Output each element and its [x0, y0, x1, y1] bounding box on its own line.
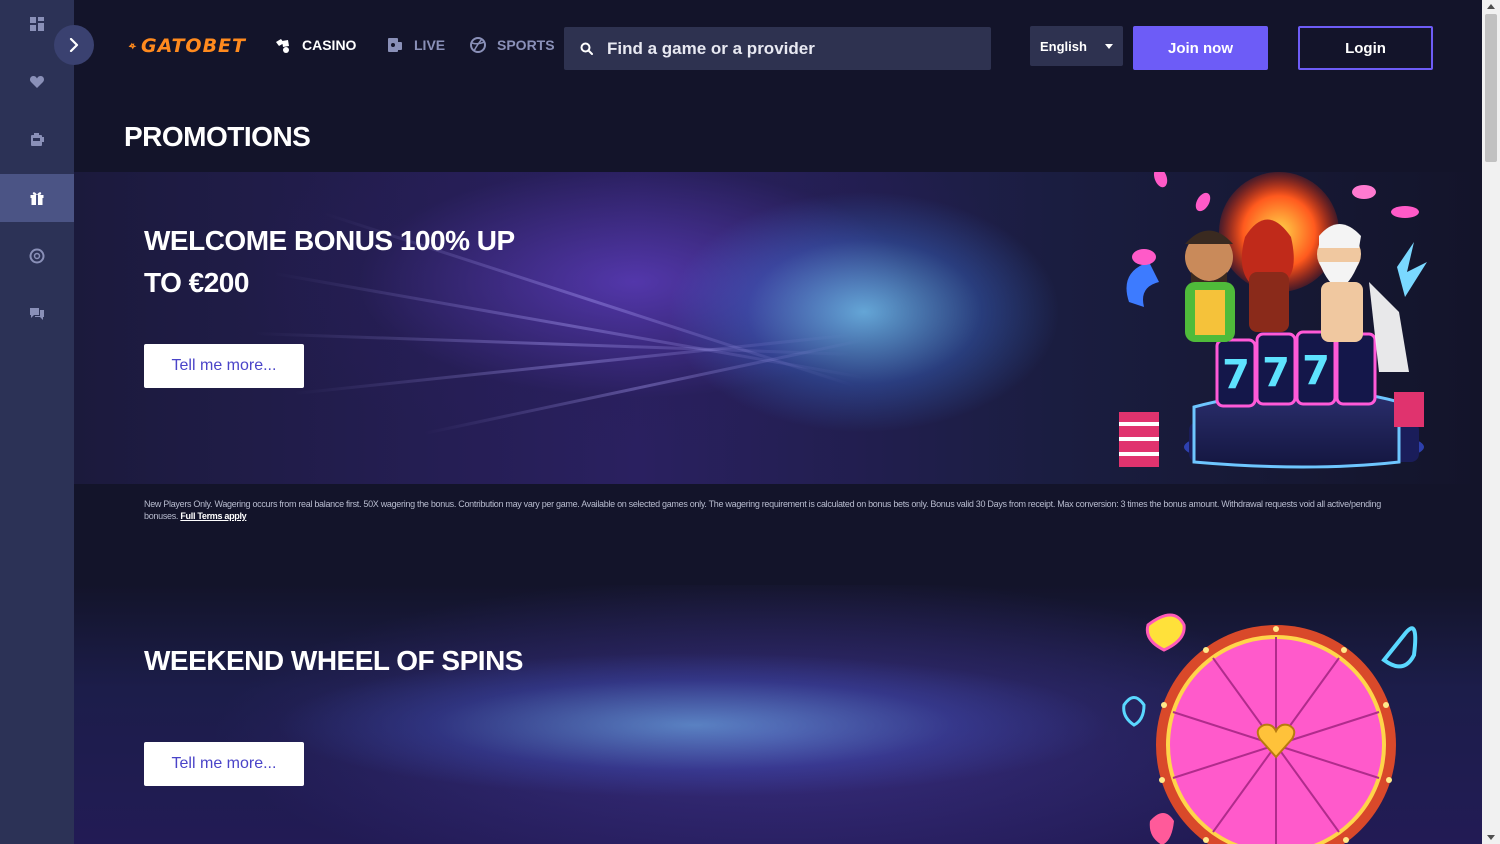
promo-welcome-bonus: WELCOME BONUS 100% UP TO €200 Tell me mo… — [74, 172, 1482, 484]
slot-machine-icon — [31, 133, 44, 146]
promo-welcome-title-line2: TO €200 — [144, 267, 249, 298]
sidebar-item-promotions[interactable] — [0, 174, 74, 222]
nav-live-label: LIVE — [414, 37, 446, 53]
scroll-thumb[interactable] — [1485, 14, 1497, 162]
promo-welcome-title: WELCOME BONUS 100% UP TO €200 — [144, 220, 515, 304]
sidebar-item-support[interactable] — [0, 232, 74, 280]
scroll-up-arrow-icon[interactable] — [1487, 4, 1495, 9]
nav-live[interactable]: LIVE — [386, 36, 445, 54]
sidebar — [0, 0, 74, 844]
app: GATOBET CASINO LIVE SPORTS English — [0, 0, 1500, 844]
promo-wheel-more-button[interactable]: Tell me more... — [144, 742, 304, 786]
svg-text:7: 7 — [1302, 348, 1330, 394]
sidebar-item-chat[interactable] — [0, 290, 74, 338]
main-content: GATOBET CASINO LIVE SPORTS English — [74, 0, 1482, 844]
sidebar-item-favorites[interactable] — [0, 58, 74, 106]
gift-icon — [30, 192, 44, 205]
full-terms-link[interactable]: Full Terms apply — [180, 511, 246, 521]
cards-icon — [276, 39, 289, 53]
search-input[interactable] — [607, 38, 967, 59]
search-bar[interactable] — [564, 27, 991, 70]
scroll-down-arrow-icon[interactable] — [1487, 835, 1495, 840]
sidebar-toggle-button[interactable] — [54, 25, 94, 65]
svg-text:7: 7 — [1262, 350, 1290, 396]
promo-weekend-wheel: WEEKEND WHEEL OF SPINS Tell me more... — [74, 585, 1482, 844]
wheel-of-spins-illustration — [1122, 613, 1418, 844]
promo-wheel-title: WEEKEND WHEEL OF SPINS — [144, 645, 523, 676]
login-button[interactable]: Login — [1298, 26, 1433, 70]
slot-machine-characters-illustration: 7 7 7 — [1119, 172, 1427, 469]
lifebuoy-icon — [29, 248, 45, 264]
promo-welcome-title-line1: WELCOME BONUS 100% UP — [144, 225, 515, 256]
header: GATOBET CASINO LIVE SPORTS English — [74, 0, 1482, 96]
live-cards-icon — [388, 38, 402, 52]
caret-down-icon — [1105, 43, 1113, 49]
logo[interactable]: GATOBET — [128, 30, 246, 62]
language-select[interactable]: English — [1030, 26, 1123, 66]
heart-icon — [29, 76, 45, 88]
svg-text:7: 7 — [1222, 352, 1250, 398]
page-title: PROMOTIONS — [124, 121, 311, 152]
ball-icon — [470, 37, 486, 53]
cat-logo-icon — [128, 42, 137, 50]
page-scrollbar[interactable] — [1482, 0, 1500, 844]
chat-icon — [30, 308, 44, 320]
nav-sports-label: SPORTS — [497, 37, 555, 53]
sidebar-item-casino[interactable] — [0, 116, 74, 164]
nav-casino-label: CASINO — [302, 37, 357, 53]
logo-text: GATOBET — [140, 35, 246, 57]
promo-welcome-more-button[interactable]: Tell me more... — [144, 344, 304, 388]
nav-casino[interactable]: CASINO — [274, 36, 356, 54]
join-now-button[interactable]: Join now — [1133, 26, 1268, 70]
promo-welcome-terms-text: New Players Only. Wagering occurs from r… — [144, 499, 1381, 521]
promo-welcome-terms: New Players Only. Wagering occurs from r… — [144, 498, 1404, 522]
grid-icon — [30, 17, 44, 31]
nav-sports[interactable]: SPORTS — [469, 36, 555, 54]
search-icon — [580, 42, 593, 55]
chevron-right-icon — [69, 38, 79, 52]
language-label: English — [1040, 38, 1087, 54]
